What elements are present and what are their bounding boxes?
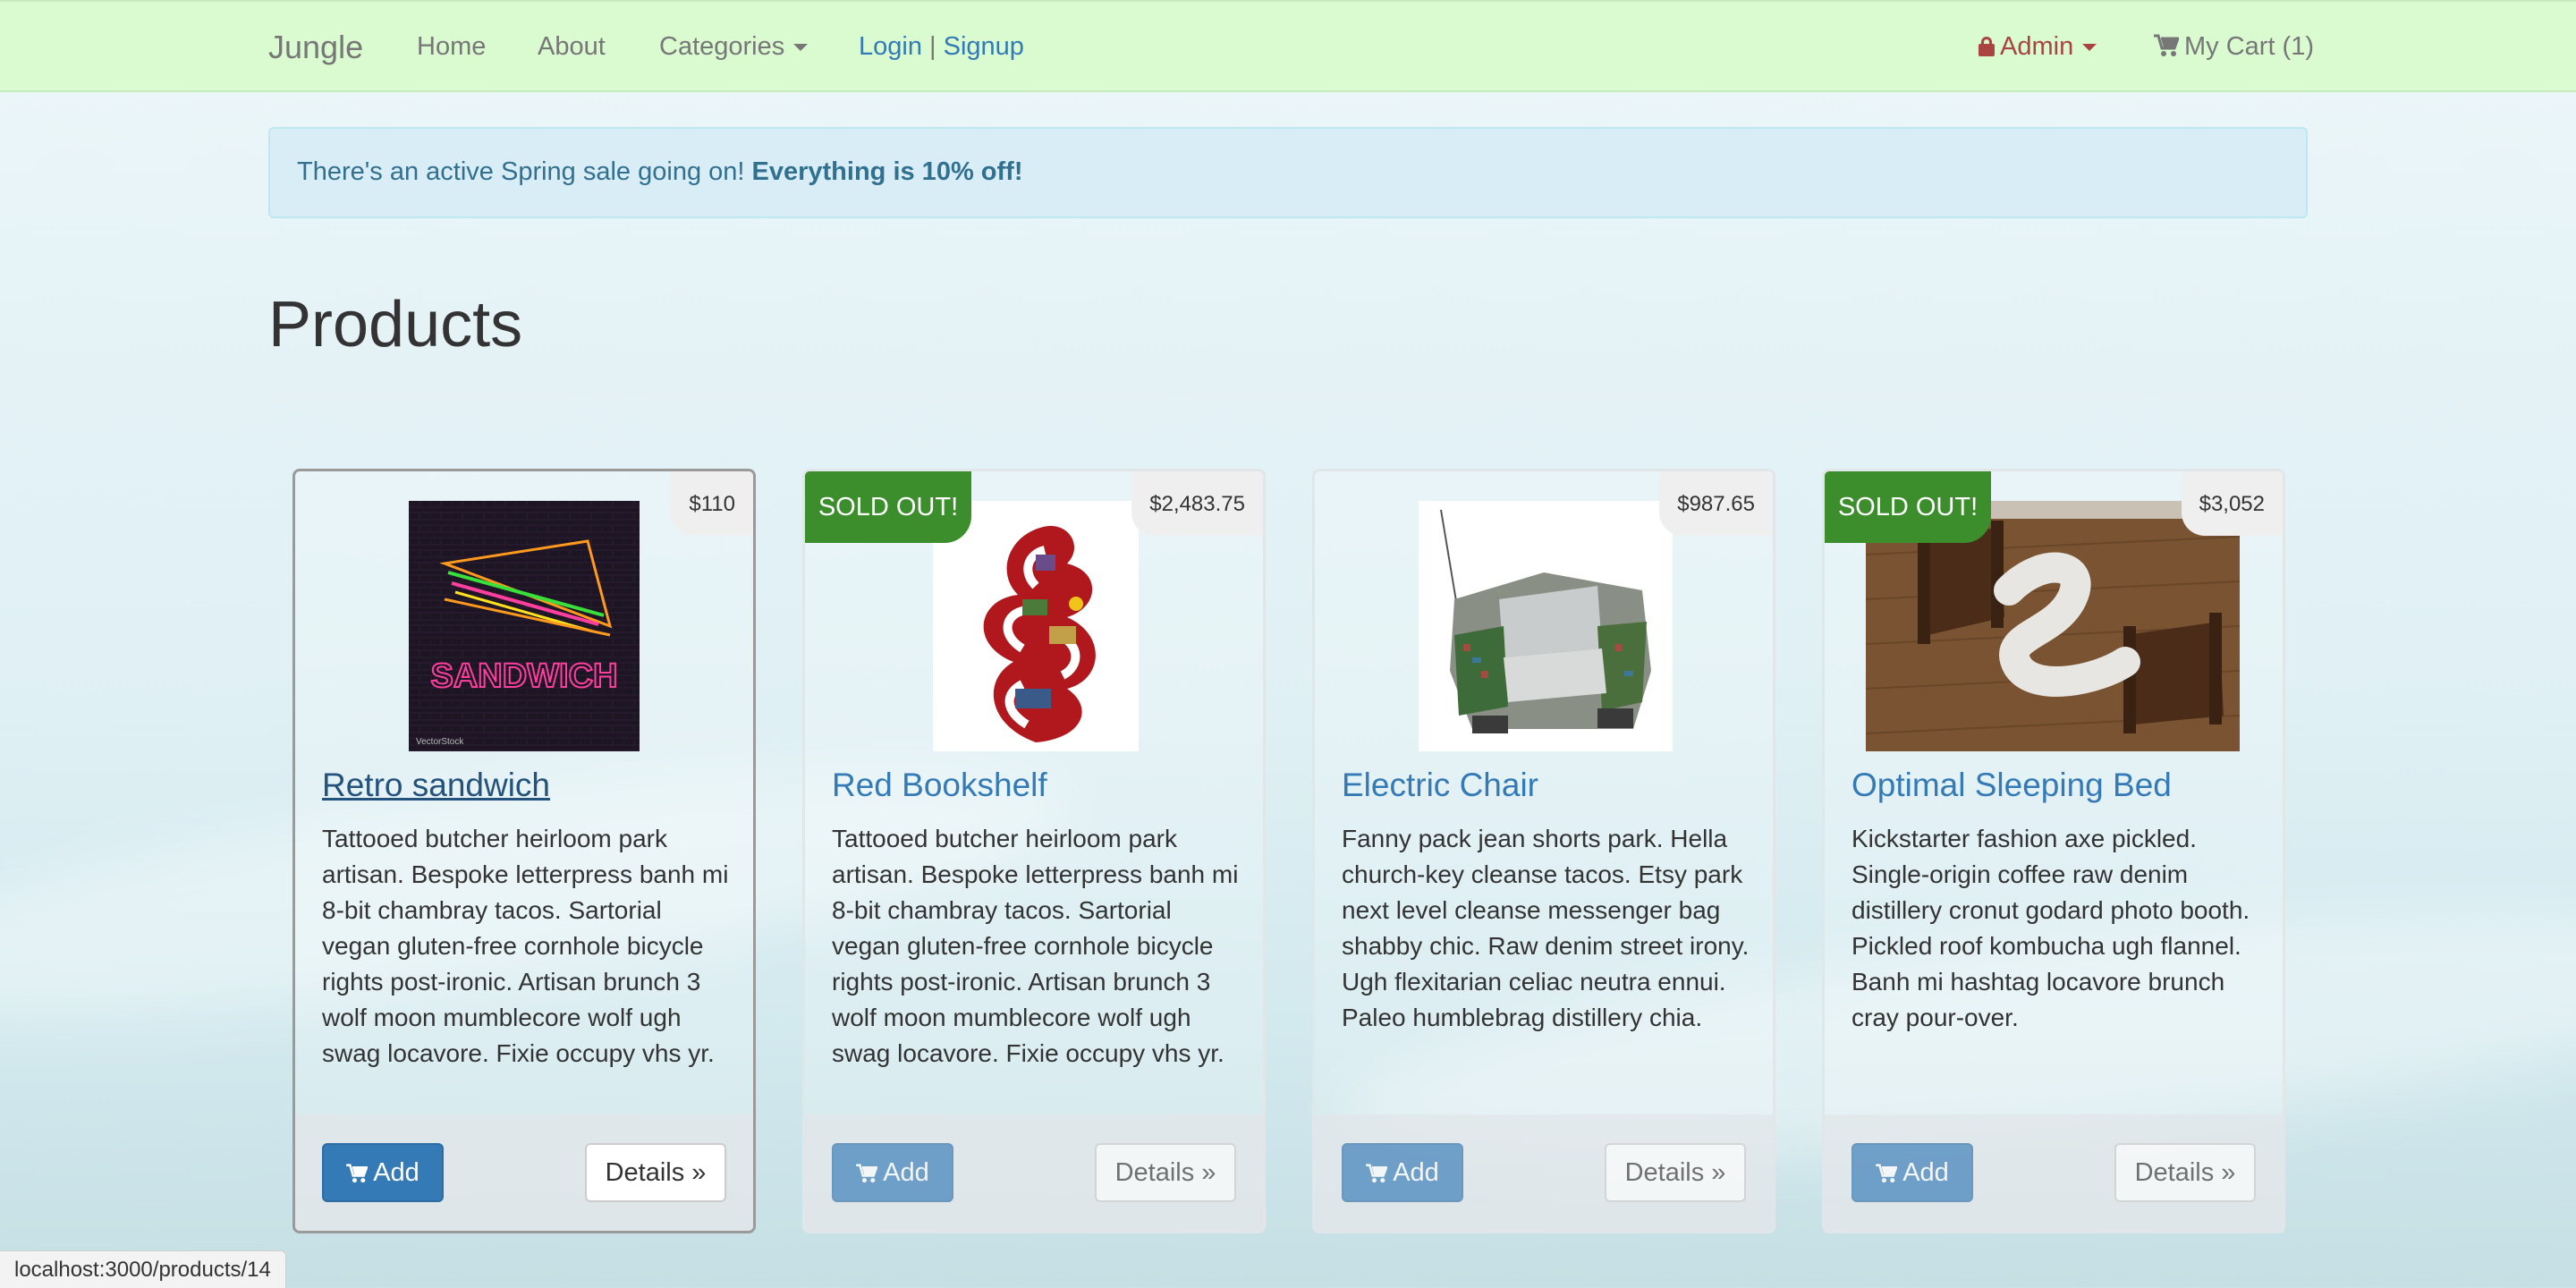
product-card: $987.65 Electric Chair Fanny pack jean s… <box>1312 469 1775 1233</box>
login-link[interactable]: Login <box>859 32 922 61</box>
product-name-link[interactable]: Retro sandwich <box>322 767 550 804</box>
product-card: SANDWICH VectorStock $110 Retro sandwich… <box>292 469 756 1233</box>
cart-icon <box>2154 34 2179 56</box>
admin-label: Admin <box>2000 32 2074 61</box>
auth-separator: | <box>929 32 936 61</box>
lock-icon <box>1979 37 1995 56</box>
price-badge: $987.65 <box>1659 471 1773 536</box>
add-label: Add <box>883 1158 929 1187</box>
add-label: Add <box>1393 1158 1439 1187</box>
cart-label: My Cart (1) <box>2184 32 2314 61</box>
categories-label: Categories <box>659 32 785 61</box>
image-neon-text: SANDWICH <box>431 657 618 695</box>
sale-alert: There's an active Spring sale going on! … <box>268 127 2308 218</box>
product-image[interactable] <box>1419 501 1673 751</box>
brand-link[interactable]: Jungle <box>268 29 363 66</box>
admin-dropdown[interactable]: Admin <box>1979 32 2097 62</box>
product-description: Tattooed butcher heirloom park artisan. … <box>832 825 1239 1067</box>
nav-about-link[interactable]: About <box>538 32 606 62</box>
cart-icon <box>346 1164 369 1183</box>
product-card: SOLD OUT! $3,052 Optimal Sleeping Bed Ki… <box>1822 469 2285 1233</box>
details-button[interactable]: Details » <box>1605 1143 1746 1202</box>
signup-link[interactable]: Signup <box>944 32 1024 61</box>
details-button[interactable]: Details » <box>585 1143 726 1202</box>
electric-chair-image <box>1419 501 1673 751</box>
product-name-link[interactable]: Red Bookshelf <box>832 767 1047 804</box>
product-description: Fanny pack jean shorts park. Hella churc… <box>1342 825 1750 1031</box>
auth-links: Login | Signup <box>859 32 1024 62</box>
image-watermark: VectorStock <box>416 737 464 747</box>
cart-icon <box>1366 1164 1388 1183</box>
cart-icon <box>1876 1164 1898 1183</box>
add-to-cart-button[interactable]: Add <box>1852 1143 1973 1202</box>
sandwich-neon-image: SANDWICH VectorStock <box>409 501 640 751</box>
price-badge: $3,052 <box>2181 471 2283 536</box>
details-button[interactable]: Details » <box>2114 1143 2256 1202</box>
red-bookshelf-image <box>933 501 1139 751</box>
product-card: SOLD OUT! $2,483.75 Red Bookshelf Tattoo… <box>802 469 1266 1233</box>
add-to-cart-button[interactable]: Add <box>1342 1143 1463 1202</box>
sale-alert-text: There's an active Spring sale going on! <box>297 157 745 186</box>
product-name-link[interactable]: Optimal Sleeping Bed <box>1852 767 2172 804</box>
add-to-cart-button[interactable]: Add <box>832 1143 953 1202</box>
details-button[interactable]: Details » <box>1095 1143 1236 1202</box>
sold-out-badge: SOLD OUT! <box>805 471 971 543</box>
product-image[interactable] <box>933 501 1139 751</box>
nav-home-link[interactable]: Home <box>417 32 486 62</box>
add-label: Add <box>373 1158 419 1187</box>
add-label: Add <box>1902 1158 1949 1187</box>
price-badge: $110 <box>671 471 753 536</box>
chevron-down-icon <box>2082 44 2097 52</box>
chevron-down-icon <box>793 44 809 52</box>
cart-link[interactable]: My Cart (1) <box>2154 32 2314 62</box>
browser-status-bar: localhost:3000/products/14 <box>0 1250 286 1288</box>
page-title: Products <box>268 289 523 360</box>
product-image[interactable]: SANDWICH VectorStock <box>409 501 640 751</box>
navbar: Jungle Home About Categories Login | Sig… <box>0 0 2576 92</box>
add-to-cart-button[interactable]: Add <box>322 1143 444 1202</box>
divider <box>268 394 2308 396</box>
nav-categories-dropdown[interactable]: Categories <box>659 32 809 62</box>
product-description: Tattooed butcher heirloom park artisan. … <box>322 825 729 1067</box>
product-name-link[interactable]: Electric Chair <box>1342 767 1538 804</box>
product-description: Kickstarter fashion axe pickled. Single-… <box>1852 825 2250 1031</box>
sold-out-badge: SOLD OUT! <box>1825 471 1991 543</box>
price-badge: $2,483.75 <box>1131 471 1263 536</box>
sale-alert-emphasis: Everything is 10% off! <box>751 157 1023 186</box>
cart-icon <box>856 1164 878 1183</box>
